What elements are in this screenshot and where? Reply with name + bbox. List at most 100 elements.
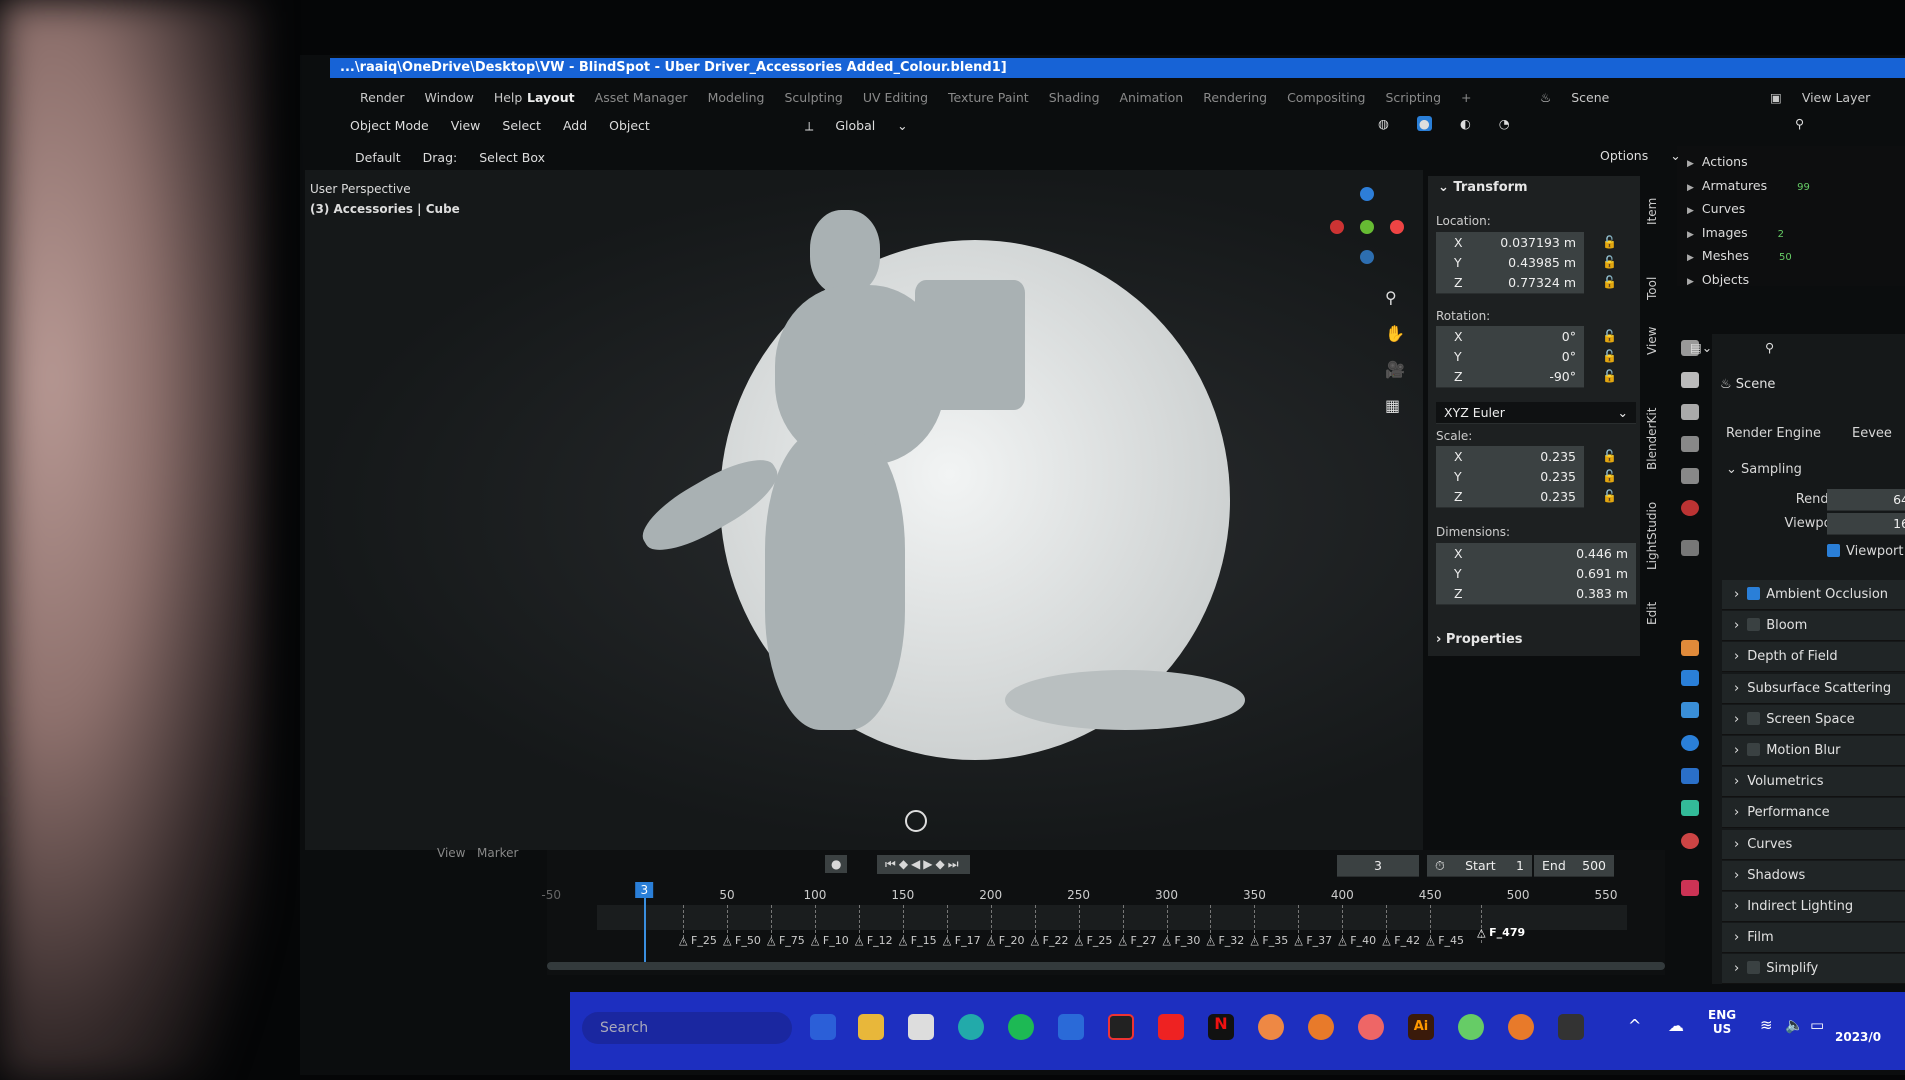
menu-render[interactable]: Render (360, 90, 405, 105)
rotation-y-field[interactable]: Y 0° (1436, 346, 1584, 368)
header-view[interactable]: View (451, 118, 481, 133)
rotation-mode-dropdown[interactable]: XYZ Euler ⌄ (1436, 402, 1636, 424)
chrome-profile-icon[interactable] (1358, 1014, 1384, 1040)
timeline-marker[interactable]: △ (1382, 934, 1390, 947)
checkbox-icon[interactable] (1747, 711, 1761, 725)
expand-arrow-icon[interactable]: ▶ (1687, 183, 1694, 193)
zoom-icon[interactable]: ⚲ (1385, 280, 1405, 316)
panel-performance[interactable]: › Performance (1722, 798, 1905, 829)
properties-search-icon[interactable]: ⚲ (1765, 340, 1774, 355)
panel-shadows[interactable]: › Shadows (1722, 860, 1905, 891)
timeline-marker[interactable]: △ (987, 934, 995, 947)
expand-arrow-icon[interactable]: ▶ (1687, 230, 1694, 240)
scale-y-field[interactable]: Y 0.235 (1436, 466, 1584, 488)
rendered-shading-icon[interactable]: ◔ (1499, 116, 1510, 131)
render-engine-dropdown[interactable]: Eevee (1852, 426, 1892, 441)
tab-animation[interactable]: Animation (1120, 90, 1184, 105)
header-object[interactable]: Object (609, 118, 650, 133)
tab-sculpting[interactable]: Sculpting (784, 90, 842, 105)
clock-date[interactable]: 2023/0 (1835, 1030, 1881, 1044)
texture-tab-icon[interactable] (1681, 880, 1699, 896)
store-icon[interactable] (908, 1014, 934, 1040)
output-tab-icon[interactable] (1681, 404, 1699, 420)
timeline-marker[interactable]: △ (767, 934, 775, 947)
timeline-marker[interactable]: △ (1338, 934, 1346, 947)
netflix-icon[interactable]: N (1208, 1014, 1234, 1040)
volume-icon[interactable]: 🔈 (1785, 1016, 1804, 1034)
tab-scripting[interactable]: Scripting (1385, 90, 1441, 105)
tab-texture-paint[interactable]: Texture Paint (948, 90, 1029, 105)
current-frame-field[interactable]: 3 (1337, 855, 1419, 877)
navigation-gizmo[interactable] (1325, 185, 1405, 265)
app-icon[interactable] (1058, 1014, 1084, 1040)
panel-film[interactable]: › Film (1722, 923, 1905, 954)
sidebar-tab-item[interactable]: Item (1645, 198, 1659, 225)
wifi-icon[interactable]: ≋ (1760, 1016, 1773, 1034)
play-reverse-icon[interactable]: ◀ (911, 857, 923, 871)
timeline-scrollbar[interactable] (547, 962, 1665, 970)
tab-compositing[interactable]: Compositing (1287, 90, 1365, 105)
blender-icon[interactable] (1308, 1014, 1334, 1040)
lock-icon[interactable]: 🔓 (1602, 469, 1617, 483)
jump-end-icon[interactable]: ⏭ (948, 857, 962, 871)
rotation-z-field[interactable]: Z -90° (1436, 366, 1584, 388)
location-x-field[interactable]: X 0.037193 m (1436, 232, 1584, 254)
timeline-marker[interactable]: △ (723, 934, 731, 947)
file-explorer-icon[interactable] (858, 1014, 884, 1040)
editor-type-icon[interactable]: ▤⌄ (1690, 340, 1712, 355)
sidebar-tab-lightstudio[interactable]: LightStudio (1645, 502, 1659, 570)
checkbox-icon[interactable] (1747, 961, 1761, 975)
panel-subsurface-scattering[interactable]: › Subsurface Scattering (1722, 673, 1905, 704)
record-button[interactable]: ● (825, 855, 848, 873)
sidebar-tab-blenderkit[interactable]: BlenderKit (1645, 408, 1659, 470)
header-select[interactable]: Select (502, 118, 541, 133)
tab--[interactable]: + (1461, 90, 1471, 105)
prev-keyframe-icon[interactable]: ◆ (899, 857, 911, 871)
grid-icon[interactable]: ▦ (1385, 388, 1405, 424)
timeline-marker[interactable]: △ (1163, 934, 1171, 947)
expand-arrow-icon[interactable]: ▶ (1687, 253, 1694, 263)
dimensions-z-field[interactable]: Z 0.383 m (1436, 583, 1636, 605)
timeline-menu-view[interactable]: View (437, 846, 465, 860)
particles-tab-icon[interactable] (1681, 702, 1699, 718)
render-samples-field[interactable]: 64 (1827, 489, 1905, 511)
viewport-denoising-checkbox[interactable]: Viewport (1827, 544, 1904, 559)
location-y-field[interactable]: Y 0.43985 m (1436, 252, 1584, 274)
timeline-marker[interactable]: △ (1426, 934, 1434, 947)
playhead-frame-label[interactable]: 3 (635, 882, 654, 898)
timeline-marker[interactable]: △ (1075, 934, 1083, 947)
panel-ambient-occlusion[interactable]: › Ambient Occlusion (1722, 580, 1905, 610)
outliner-item-actions[interactable]: ▶ Actions (1687, 154, 1748, 169)
render-tab-icon[interactable] (1681, 372, 1699, 388)
viewport-samples-field[interactable]: 16 (1827, 513, 1905, 535)
lock-icon[interactable]: 🔓 (1602, 349, 1617, 363)
sidebar-tab-edit[interactable]: Edit (1645, 602, 1659, 625)
outliner-item-meshes[interactable]: ▶ Meshes 50 (1687, 248, 1792, 263)
timeline-marker[interactable]: △ (1206, 934, 1214, 947)
constraints-tab-icon[interactable] (1681, 768, 1699, 784)
mode-dropdown[interactable]: Object Mode (350, 118, 429, 133)
panel-curves[interactable]: › Curves (1722, 829, 1905, 860)
view-layer-tab-icon[interactable] (1681, 436, 1699, 452)
start-frame-field[interactable]: ⏱ Start 1 (1427, 855, 1532, 877)
chevron-up-icon[interactable]: ^ (1628, 1016, 1641, 1035)
timeline-marker[interactable]: △ (1294, 934, 1302, 947)
modifier-wrench-icon[interactable] (1681, 670, 1699, 686)
panel-screen-space-reflections[interactable]: ›Screen Space Reflections (1722, 704, 1905, 757)
play-icon[interactable]: ▶ (923, 857, 935, 871)
3d-viewport[interactable]: User Perspective (3) Accessories | Cube … (305, 170, 1423, 850)
outliner-item-armatures[interactable]: ▶ Armatures 99 (1687, 178, 1810, 193)
onedrive-icon[interactable]: ☁ (1668, 1016, 1684, 1035)
timeline-marker[interactable]: △ (811, 934, 819, 947)
data-tab-icon[interactable] (1681, 800, 1699, 816)
tab-layout[interactable]: Layout (527, 90, 575, 105)
end-frame-field[interactable]: End 500 (1534, 855, 1614, 877)
timeline-marker[interactable]: △ (1477, 926, 1485, 939)
checkbox-icon[interactable] (1747, 618, 1761, 632)
chrome-icon[interactable] (1258, 1014, 1284, 1040)
scale-x-field[interactable]: X 0.235 (1436, 446, 1584, 468)
tab-asset-manager[interactable]: Asset Manager (595, 90, 688, 105)
dimensions-y-field[interactable]: Y 0.691 m (1436, 563, 1636, 585)
next-keyframe-icon[interactable]: ◆ (936, 857, 948, 871)
lock-icon[interactable]: 🔓 (1602, 369, 1617, 383)
